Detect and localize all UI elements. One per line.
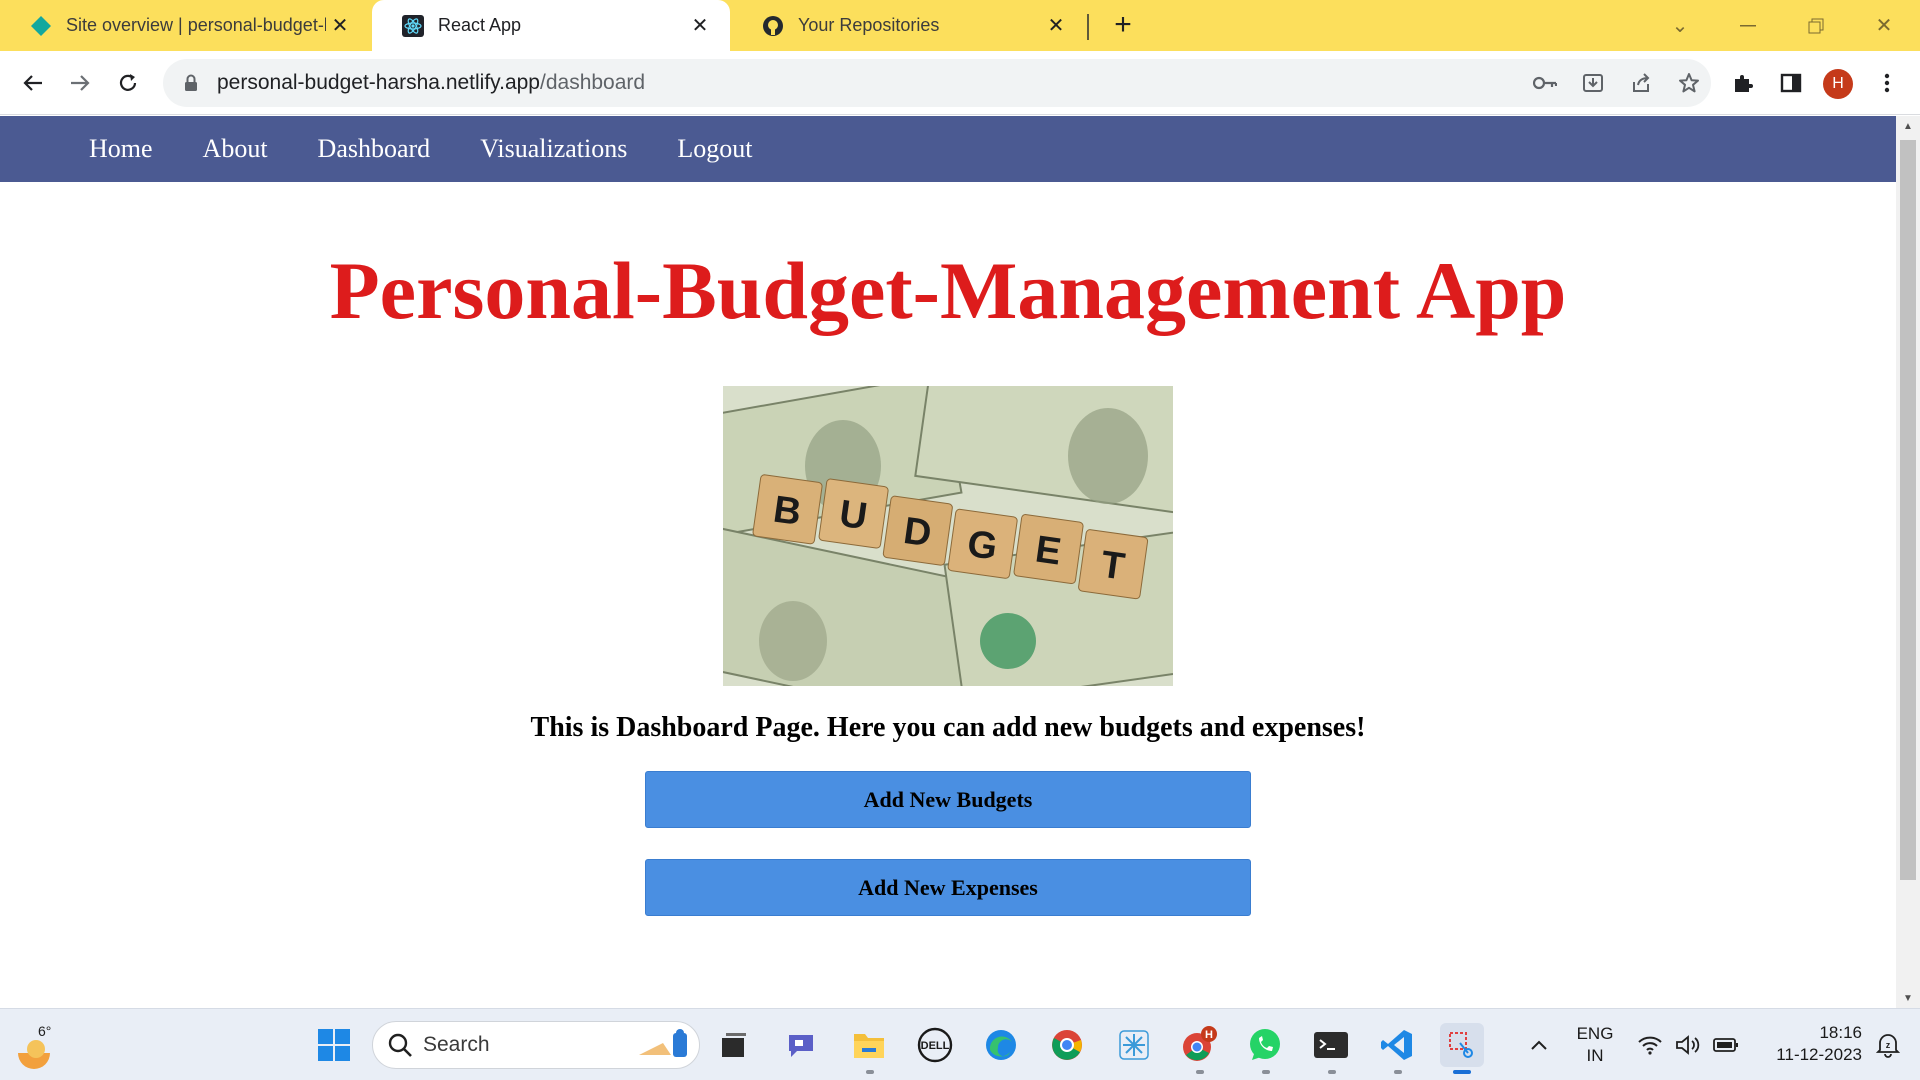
nav-link-logout[interactable]: Logout xyxy=(677,134,752,164)
lock-icon[interactable] xyxy=(181,73,201,93)
budget-tile-letter: U xyxy=(837,493,870,538)
windows-taskbar: 6° Search DELL H ENG IN 18:16 11-12-2023… xyxy=(0,1008,1920,1080)
chrome-profile-badge: H xyxy=(1205,1029,1213,1041)
clock-time: 18:16 xyxy=(1819,1023,1862,1042)
snipping-tool-icon[interactable] xyxy=(1440,1023,1484,1067)
notification-bell-icon[interactable]: z xyxy=(1866,1023,1910,1067)
svg-text:z: z xyxy=(1886,1040,1891,1050)
running-indicator xyxy=(1328,1070,1336,1074)
clock-date: 11-12-2023 xyxy=(1776,1045,1862,1064)
browser-tab-strip: Site overview | personal-budget-harsha ✕… xyxy=(0,0,1920,51)
window-close-icon[interactable]: ✕ xyxy=(1849,0,1919,51)
nav-link-visualizations[interactable]: Visualizations xyxy=(480,134,627,164)
running-indicator xyxy=(866,1070,874,1074)
scroll-up-arrow-icon[interactable]: ▲ xyxy=(1896,116,1920,136)
clock[interactable]: 18:16 11-12-2023 xyxy=(1752,1022,1862,1066)
snowflake-app-icon[interactable] xyxy=(1112,1023,1156,1067)
new-tab-button[interactable]: + xyxy=(1106,8,1140,42)
nav-link-about[interactable]: About xyxy=(203,134,268,164)
close-tab-icon[interactable]: ✕ xyxy=(686,12,714,40)
extensions-puzzle-icon[interactable] xyxy=(1723,63,1763,103)
page-scrollbar[interactable]: ▲ ▼ xyxy=(1896,116,1920,1008)
search-icon xyxy=(388,1033,412,1057)
share-icon[interactable] xyxy=(1621,63,1661,103)
react-atom-icon xyxy=(402,14,424,37)
budget-tile-letter: D xyxy=(901,510,934,555)
reload-icon[interactable] xyxy=(108,63,148,103)
terminal-icon[interactable] xyxy=(1309,1023,1353,1067)
tab-title: Your Repositories xyxy=(798,15,940,35)
running-indicator xyxy=(1262,1070,1270,1074)
budget-money-image: B U D G E T xyxy=(723,386,1173,686)
tab-search-chevron-icon[interactable]: ⌄ xyxy=(1645,0,1715,51)
nav-link-dashboard[interactable]: Dashboard xyxy=(318,134,431,164)
side-panel-icon[interactable] xyxy=(1771,63,1811,103)
windows-start-icon[interactable] xyxy=(312,1023,356,1067)
battery-icon[interactable] xyxy=(1704,1023,1748,1067)
dashboard-description: This is Dashboard Page. Here you can add… xyxy=(530,712,1366,743)
tab-title: React App xyxy=(438,15,522,35)
bookmark-star-icon[interactable] xyxy=(1669,63,1709,103)
region-code: IN xyxy=(1586,1046,1604,1065)
add-new-budgets-button[interactable]: Add New Budgets xyxy=(645,771,1251,828)
password-key-icon[interactable] xyxy=(1525,63,1565,103)
active-app-indicator xyxy=(1453,1070,1471,1074)
running-indicator xyxy=(1196,1070,1204,1074)
restore-icon[interactable] xyxy=(1781,0,1851,51)
menu-kebab-icon[interactable] xyxy=(1867,63,1907,103)
close-tab-icon[interactable]: ✕ xyxy=(326,12,354,40)
dell-icon[interactable]: DELL xyxy=(913,1023,957,1067)
task-view-icon[interactable] xyxy=(712,1023,756,1067)
tab-react-app[interactable]: React App ✕ xyxy=(372,0,730,51)
vscode-icon[interactable] xyxy=(1375,1023,1419,1067)
nav-link-home[interactable]: Home xyxy=(89,134,153,164)
close-tab-icon[interactable]: ✕ xyxy=(1042,12,1070,40)
minimize-icon[interactable] xyxy=(1713,0,1783,51)
image-container: B U D G E T xyxy=(0,386,1896,686)
chrome-profile-icon[interactable]: H xyxy=(1177,1023,1221,1067)
forward-arrow-icon[interactable] xyxy=(60,63,100,103)
weather-widget[interactable]: 6° xyxy=(14,1019,64,1071)
whatsapp-icon[interactable] xyxy=(1243,1023,1287,1067)
running-indicator xyxy=(1394,1070,1402,1074)
site-navbar: Home About Dashboard Visualizations Logo… xyxy=(0,116,1896,182)
input-language[interactable]: ENG IN xyxy=(1570,1023,1620,1067)
search-label: Search xyxy=(423,1033,490,1056)
edge-browser-icon[interactable] xyxy=(979,1023,1023,1067)
file-explorer-icon[interactable] xyxy=(847,1023,891,1067)
tab-your-repositories[interactable]: Your Repositories ✕ xyxy=(732,0,1086,51)
weather-temperature: 6° xyxy=(38,1023,52,1039)
netlify-diamond-icon xyxy=(30,15,52,37)
install-app-icon[interactable] xyxy=(1573,63,1613,103)
page-title: Personal-Budget-Management App xyxy=(329,245,1567,336)
address-bar[interactable]: personal-budget-harsha.netlify.app/dashb… xyxy=(163,59,1711,107)
tab-site-overview[interactable]: Site overview | personal-budget-harsha ✕ xyxy=(0,0,370,51)
search-highlight-art-icon xyxy=(639,1029,687,1057)
taskbar-search-box[interactable]: Search xyxy=(372,1021,700,1069)
tab-title: Site overview | personal-budget-harsha xyxy=(66,15,326,35)
scroll-down-arrow-icon[interactable]: ▼ xyxy=(1896,988,1920,1008)
language-code: ENG xyxy=(1576,1024,1614,1043)
add-new-expenses-button[interactable]: Add New Expenses xyxy=(645,859,1251,916)
budget-tile-letter: G xyxy=(965,523,1000,569)
url-text: personal-budget-harsha.netlify.app/dashb… xyxy=(217,71,646,94)
svg-text:DELL: DELL xyxy=(921,1040,950,1052)
budget-tile-letter: B xyxy=(771,489,804,534)
chrome-icon[interactable] xyxy=(1045,1023,1089,1067)
profile-avatar[interactable]: H xyxy=(1823,69,1853,99)
github-octocat-icon xyxy=(762,15,784,37)
scrollbar-thumb[interactable] xyxy=(1900,140,1916,880)
teams-chat-icon[interactable] xyxy=(779,1023,823,1067)
browser-toolbar: personal-budget-harsha.netlify.app/dashb… xyxy=(0,51,1920,115)
show-hidden-icons-chevron-icon[interactable] xyxy=(1517,1023,1561,1067)
page-viewport: Home About Dashboard Visualizations Logo… xyxy=(0,116,1896,1008)
tab-divider xyxy=(1087,14,1089,40)
back-arrow-icon[interactable] xyxy=(13,63,53,103)
